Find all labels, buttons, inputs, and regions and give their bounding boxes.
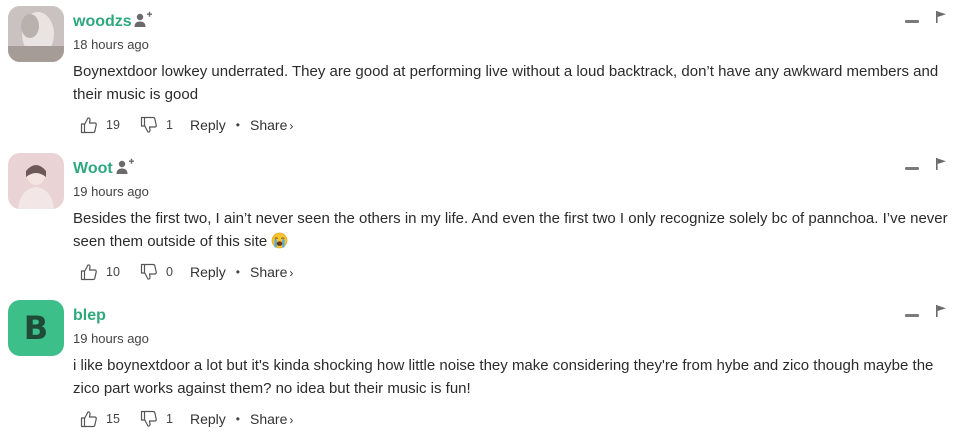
flag-icon[interactable] (935, 157, 947, 171)
add-user-icon[interactable] (115, 157, 135, 177)
thumbs-up-icon (80, 411, 97, 428)
reply-button[interactable]: Reply (190, 117, 226, 133)
share-button[interactable]: Share › (250, 411, 293, 427)
like-button[interactable]: 15 (80, 410, 140, 428)
reply-button[interactable]: Reply (190, 411, 226, 427)
collapse-icon[interactable] (905, 314, 919, 317)
comment-item: B blep 19 hours ago i like boynextdoor a… (0, 294, 960, 441)
comment-timestamp: 19 hours ago (73, 184, 149, 199)
flag-icon[interactable] (935, 304, 947, 318)
share-button[interactable]: Share › (250, 264, 293, 280)
share-label: Share (250, 264, 288, 280)
username[interactable]: woodzs (73, 13, 132, 31)
comment-text: i like boynextdoor a lot but it's kinda … (73, 357, 934, 397)
avatar[interactable]: B (8, 300, 64, 356)
like-button[interactable]: 10 (80, 263, 140, 281)
dislike-count: 1 (166, 412, 173, 426)
share-label: Share (250, 411, 288, 427)
comment-actions: 19 1 Reply • Share › (80, 115, 293, 135)
avatar-letter: B (23, 309, 49, 347)
chevron-right-icon: › (289, 119, 294, 133)
comment-text: Boynextdoor lowkey underrated. They are … (73, 63, 939, 103)
avatar[interactable] (8, 6, 64, 62)
comment-item: Woot 19 hours ago Besides the first two,… (0, 147, 960, 294)
separator-dot: • (235, 118, 240, 132)
comment-actions: 10 0 Reply • Share › (80, 262, 293, 282)
thumbs-up-icon (80, 117, 97, 134)
like-count: 19 (106, 118, 120, 132)
comment-timestamp: 18 hours ago (73, 37, 149, 52)
collapse-icon[interactable] (905, 167, 919, 170)
thumbs-up-icon (80, 264, 97, 281)
crying-face-emoji (272, 232, 288, 249)
flag-icon[interactable] (935, 10, 947, 24)
avatar[interactable] (8, 153, 64, 209)
username[interactable]: Woot (73, 160, 113, 178)
share-button[interactable]: Share › (250, 117, 293, 133)
separator-dot: • (235, 265, 240, 279)
chevron-right-icon: › (289, 266, 294, 280)
chevron-right-icon: › (289, 413, 294, 427)
comment-timestamp: 19 hours ago (73, 331, 149, 346)
share-label: Share (250, 117, 288, 133)
comment-item: woodzs 18 hours ago Boynextdoor lowkey u… (0, 0, 960, 147)
comment-text-content: Besides the first two, I ain’t never see… (73, 210, 948, 250)
collapse-icon[interactable] (905, 20, 919, 23)
comment-text: Besides the first two, I ain’t never see… (73, 207, 953, 253)
username[interactable]: blep (73, 307, 106, 325)
like-count: 10 (106, 265, 120, 279)
separator-dot: • (235, 412, 240, 426)
reply-button[interactable]: Reply (190, 264, 226, 280)
dislike-button[interactable]: 1 (140, 116, 190, 134)
like-button[interactable]: 19 (80, 116, 140, 134)
thumbs-down-icon (140, 263, 157, 280)
thumbs-down-icon (140, 410, 157, 427)
add-user-icon[interactable] (133, 10, 153, 30)
dislike-count: 0 (166, 265, 173, 279)
like-count: 15 (106, 412, 120, 426)
thumbs-down-icon (140, 116, 157, 133)
dislike-count: 1 (166, 118, 173, 132)
dislike-button[interactable]: 0 (140, 263, 190, 281)
dislike-button[interactable]: 1 (140, 410, 190, 428)
comment-actions: 15 1 Reply • Share › (80, 409, 293, 429)
